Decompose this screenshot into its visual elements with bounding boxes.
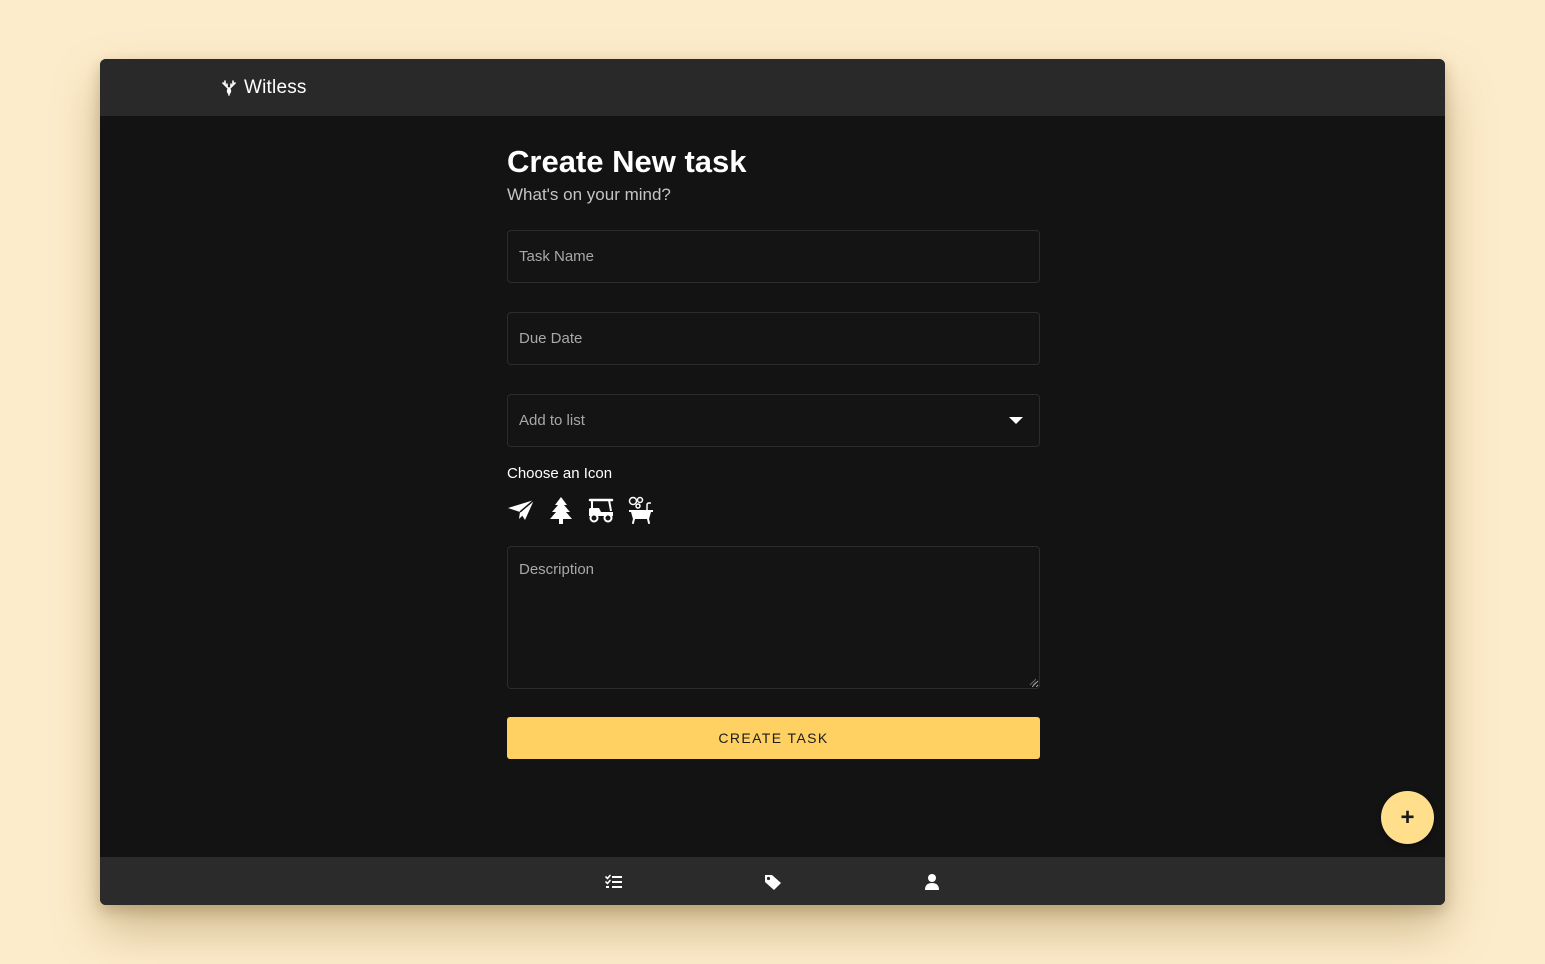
golf-cart-icon[interactable] [587,496,615,524]
user-icon[interactable] [921,871,943,893]
create-task-form: Create New task What's on your mind? Add… [507,116,1040,759]
tag-icon[interactable] [762,871,784,893]
due-date-input[interactable] [508,313,1039,364]
deer-antlers-icon [222,79,236,96]
page-title: Create New task [507,144,747,179]
brand-name: Witless [244,76,307,98]
bathtub-icon[interactable] [627,496,655,524]
tasks-list-icon[interactable] [603,871,625,893]
icon-picker [507,494,1040,526]
tree-icon[interactable] [547,496,575,524]
list-select-value: Add to list [519,412,585,429]
task-name-field [507,230,1040,283]
bottom-nav [100,857,1445,905]
task-name-input[interactable] [508,231,1039,282]
list-select[interactable]: Add to list [507,394,1040,447]
brand-link[interactable]: Witless [222,59,307,116]
create-task-button[interactable]: CREATE TASK [507,717,1040,759]
chevron-down-icon [1009,417,1023,424]
description-input[interactable] [508,547,1039,688]
page-subtitle: What's on your mind? [507,185,671,204]
resize-grip-icon[interactable] [1029,678,1037,686]
due-date-field [507,312,1040,365]
paper-plane-icon[interactable] [507,496,535,524]
description-field [507,546,1040,689]
add-task-fab[interactable]: + [1381,791,1434,844]
top-bar: Witless [100,59,1445,116]
app-window: Witless Create New task What's on your m… [100,59,1445,905]
icon-picker-label: Choose an Icon [507,465,613,482]
